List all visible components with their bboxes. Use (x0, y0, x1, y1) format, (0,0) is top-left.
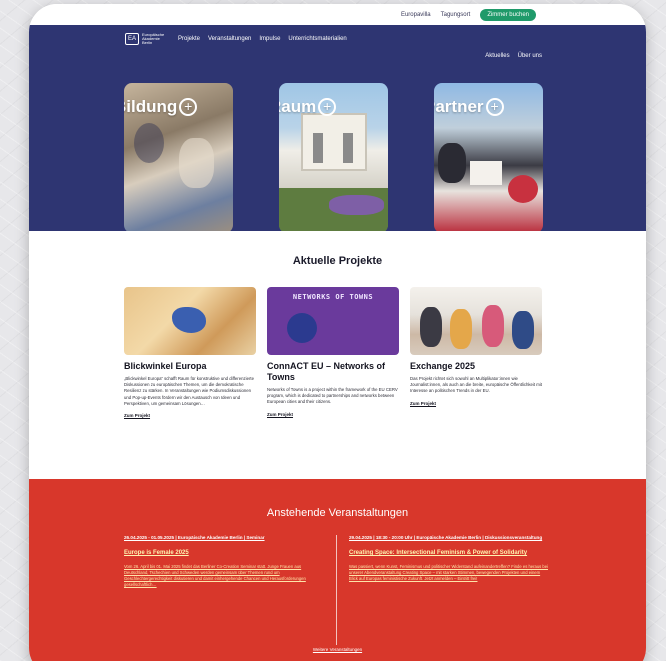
projects-section: Aktuelle Projekte Blickwinkel Europa „Bl… (29, 231, 646, 479)
main-nav: EA Europäische Akademie Berlin Projekte … (29, 25, 646, 45)
project-card: Exchange 2025 Das Projekt richtet sich s… (410, 287, 542, 418)
tile-partner[interactable]: Partner + (434, 83, 543, 233)
browser-frame: Europavilla Tagungsort Zimmer buchen EA … (29, 4, 646, 661)
nav-item-unterrichtsmaterialien[interactable]: Unterrichtsmaterialien (288, 36, 346, 42)
project-image-connact[interactable]: NETWORKS OF TOWNS (267, 287, 399, 355)
tile-bildung[interactable]: Bildung + (124, 83, 233, 233)
tile-bildung-label: Bildung + (124, 97, 198, 117)
project-image-exchange[interactable] (410, 287, 542, 355)
column-divider (336, 535, 337, 645)
project-title[interactable]: Blickwinkel Europa (124, 361, 256, 372)
event-meta[interactable]: 29.04.2025 | 18:30 - 20:00 Uhr | Europäi… (349, 535, 549, 541)
eu-stars-illustration (287, 313, 317, 343)
project-card: Blickwinkel Europa „Blickwinkel Europa“ … (124, 287, 256, 418)
project-description: „Blickwinkel Europa“ schafft Raum für ko… (124, 376, 254, 406)
logo[interactable]: EA Europäische Akademie Berlin (125, 33, 164, 45)
event-meta[interactable]: 26.04.2025 - 01.05.2025 | Europäische Ak… (124, 535, 324, 541)
events-title: Anstehende Veranstaltungen (266, 507, 409, 519)
nav-right: Aktuelles Über uns (485, 53, 542, 59)
plus-circle-icon: + (318, 98, 337, 116)
logo-mark: EA (125, 33, 139, 45)
hero-tiles: Bildung + Raum + Partner (124, 83, 543, 233)
nav-item-projekte[interactable]: Projekte (178, 36, 200, 42)
tile-raum-label: Raum + (279, 97, 337, 117)
project-title[interactable]: Exchange 2025 (410, 361, 542, 372)
event-item: 26.04.2025 - 01.05.2025 | Europäische Ak… (124, 535, 324, 645)
project-image-blickwinkel[interactable] (124, 287, 256, 355)
top-utility-bar: Europavilla Tagungsort Zimmer buchen (29, 4, 646, 25)
project-description: Das Projekt richtet sich sowohl an Multi… (410, 376, 543, 394)
plus-circle-icon: + (179, 98, 198, 116)
nav-item-aktuelles[interactable]: Aktuelles (485, 53, 509, 59)
europe-map-illustration (172, 307, 206, 333)
logo-text: Europäische Akademie Berlin (142, 32, 165, 45)
project-link[interactable]: Zum Projekt (124, 413, 256, 418)
image-banner-text: NETWORKS OF TOWNS (292, 293, 374, 301)
nav-item-impulse[interactable]: Impulse (259, 36, 280, 42)
project-link[interactable]: Zum Projekt (267, 412, 399, 417)
project-card: NETWORKS OF TOWNS ConnACT EU – Networks … (267, 287, 399, 418)
nav-item-ueber-uns[interactable]: Über uns (518, 53, 542, 59)
event-description[interactable]: Vom 26. April bis 01. Mai 2025 findet da… (124, 564, 324, 588)
tile-raum[interactable]: Raum + (279, 83, 388, 233)
book-room-button[interactable]: Zimmer buchen (480, 8, 536, 21)
hero-section: EA Europäische Akademie Berlin Projekte … (29, 25, 646, 233)
plus-circle-icon: + (485, 98, 504, 116)
tile-partner-label: Partner + (434, 97, 504, 117)
topbar-link-europavilla[interactable]: Europavilla (401, 12, 431, 18)
events-section: Anstehende Veranstaltungen 26.04.2025 - … (29, 479, 646, 661)
project-link[interactable]: Zum Projekt (410, 401, 542, 406)
more-events-link[interactable]: Weitere Veranstaltungen (29, 647, 646, 652)
event-title[interactable]: Europe is Female 2025 (124, 550, 324, 558)
nav-item-veranstaltungen[interactable]: Veranstaltungen (208, 36, 251, 42)
project-title[interactable]: ConnACT EU – Networks of Towns (267, 361, 399, 383)
project-description: Networks of Towns is a project within th… (267, 387, 398, 405)
projects-title: Aktuelle Projekte (292, 255, 383, 267)
event-description[interactable]: Was passiert, wenn Kunst, Feminismus und… (349, 564, 549, 582)
event-title[interactable]: Creating Space: Intersectional Feminism … (349, 550, 549, 558)
topbar-link-tagungsort[interactable]: Tagungsort (441, 12, 471, 18)
event-item: 29.04.2025 | 18:30 - 20:00 Uhr | Europäi… (349, 535, 549, 645)
